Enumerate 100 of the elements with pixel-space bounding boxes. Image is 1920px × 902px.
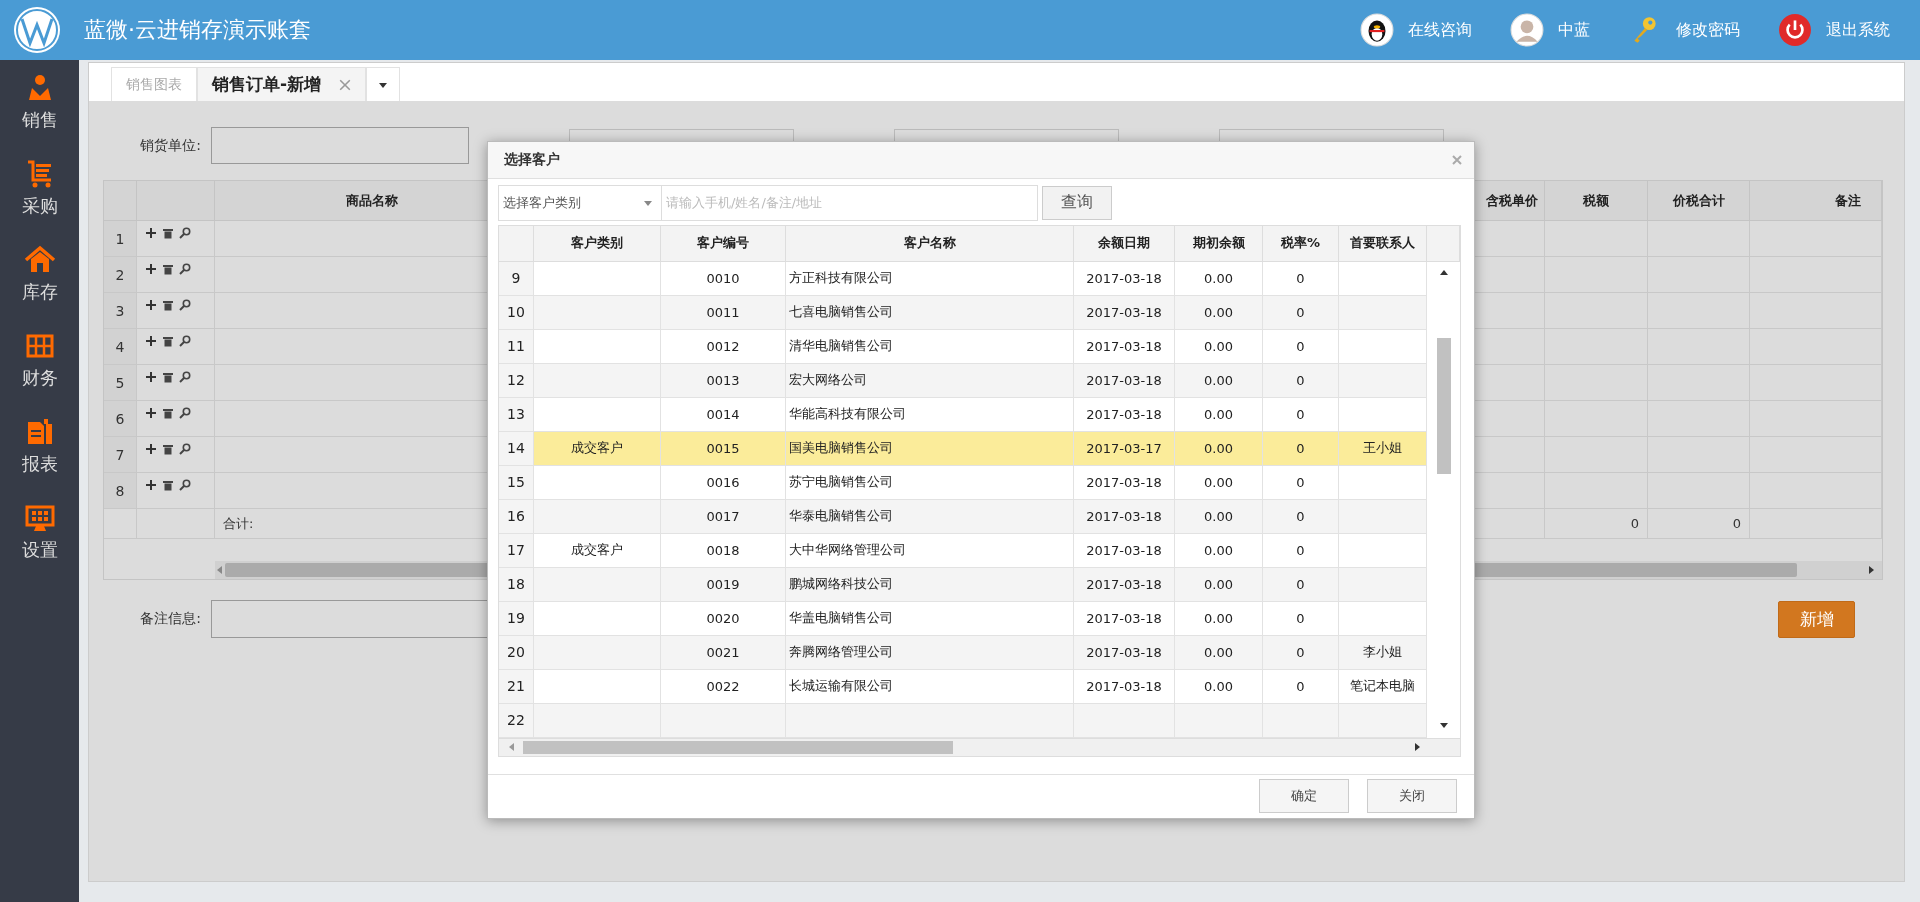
search-icon[interactable] bbox=[179, 299, 191, 311]
search-icon[interactable] bbox=[179, 407, 191, 419]
table-row[interactable]: 10 0011 七喜电脑销售公司 2017-03-18 0.00 0 bbox=[499, 295, 1427, 330]
table-cell: 0.00 bbox=[1175, 329, 1263, 364]
column-header: 余额日期 bbox=[1074, 225, 1175, 262]
row-number: 14 bbox=[499, 431, 534, 466]
app-title: 蓝微·云进销存演示账套 bbox=[84, 16, 311, 44]
table-row[interactable]: 22 bbox=[499, 703, 1427, 738]
table-cell: 2017-03-18 bbox=[1074, 601, 1175, 636]
table-cell: 0.00 bbox=[1175, 431, 1263, 466]
plus-icon[interactable] bbox=[145, 335, 157, 347]
row-number: 8 bbox=[104, 473, 137, 509]
trash-icon[interactable] bbox=[162, 371, 174, 383]
table-row[interactable]: 21 0022 长城运输有限公司 2017-03-18 0.00 0 笔记本电脑 bbox=[499, 669, 1427, 704]
table-cell: 2017-03-18 bbox=[1074, 465, 1175, 500]
category-select[interactable]: 选择客户类别 bbox=[498, 184, 662, 221]
table-cell: 0022 bbox=[661, 669, 786, 704]
dialog-button[interactable]: 确定 bbox=[1259, 779, 1349, 814]
seller-field[interactable] bbox=[211, 127, 469, 164]
plus-icon[interactable] bbox=[145, 371, 157, 383]
sidebar-item[interactable]: 报表 bbox=[21, 416, 58, 476]
sidebar-item[interactable]: 设置 bbox=[21, 502, 58, 562]
plus-icon[interactable] bbox=[145, 227, 157, 239]
table-row[interactable]: 19 0020 华盖电脑销售公司 2017-03-18 0.00 0 bbox=[499, 601, 1427, 636]
table-row[interactable]: 20 0021 奔腾网络管理公司 2017-03-18 0.00 0 李小姐 bbox=[499, 635, 1427, 670]
table-cell: 2017-03-18 bbox=[1074, 533, 1175, 568]
sidebar-item[interactable]: 财务 bbox=[21, 330, 58, 390]
table-cell: 0 bbox=[1263, 465, 1339, 500]
table-cell: 华能高科技有限公司 bbox=[786, 397, 1074, 432]
table-cell: 0.00 bbox=[1175, 397, 1263, 432]
trash-icon[interactable] bbox=[162, 443, 174, 455]
plus-icon[interactable] bbox=[145, 263, 157, 275]
field-label: 备注信息: bbox=[139, 610, 202, 628]
dialog-button[interactable]: 关闭 bbox=[1367, 779, 1457, 814]
table-cell: 鹏城网络科技公司 bbox=[786, 567, 1074, 602]
row-number: 15 bbox=[499, 465, 534, 500]
table-row[interactable]: 16 0017 华泰电脑销售公司 2017-03-18 0.00 0 bbox=[499, 499, 1427, 534]
row-number: 9 bbox=[499, 261, 534, 296]
field-label: 销货单位: bbox=[139, 136, 202, 155]
table-row[interactable]: 15 0016 苏宁电脑销售公司 2017-03-18 0.00 0 bbox=[499, 465, 1427, 500]
query-button[interactable]: 查询 bbox=[1042, 185, 1112, 220]
table-cell: 0013 bbox=[661, 363, 786, 398]
column-header: 税率% bbox=[1263, 225, 1339, 262]
scrollbar-thumb[interactable] bbox=[523, 740, 953, 754]
column-header: 客户类别 bbox=[534, 225, 661, 262]
table-cell: 0021 bbox=[661, 635, 786, 670]
table-cell: 2017-03-18 bbox=[1074, 499, 1175, 534]
table-row[interactable]: 9 0010 方正科技有限公司 2017-03-18 0.00 0 bbox=[499, 261, 1427, 296]
table-row[interactable]: 13 0014 华能高科技有限公司 2017-03-18 0.00 0 bbox=[499, 397, 1427, 432]
row-number: 13 bbox=[499, 397, 534, 432]
plus-icon[interactable] bbox=[145, 299, 157, 311]
table-row[interactable]: 11 0012 清华电脑销售公司 2017-03-18 0.00 0 bbox=[499, 329, 1427, 364]
table-cell: 0014 bbox=[661, 397, 786, 432]
sidebar-item[interactable]: 采购 bbox=[21, 158, 58, 218]
arrow-icon[interactable] bbox=[1866, 565, 1876, 575]
table-cell: 0015 bbox=[661, 431, 786, 466]
table-cell: 0020 bbox=[661, 601, 786, 636]
row-number: 17 bbox=[499, 533, 534, 568]
power-icon bbox=[1778, 13, 1812, 47]
trash-icon[interactable] bbox=[162, 299, 174, 311]
scrollbar-thumb[interactable] bbox=[1436, 337, 1451, 474]
search-icon[interactable] bbox=[179, 263, 191, 275]
trash-icon[interactable] bbox=[162, 407, 174, 419]
trash-icon[interactable] bbox=[162, 335, 174, 347]
table-cell: 0.00 bbox=[1175, 499, 1263, 534]
table-row[interactable]: 17 成交客户 0018 大中华网络管理公司 2017-03-18 0.00 0 bbox=[499, 533, 1427, 568]
row-number: 18 bbox=[499, 567, 534, 602]
trash-icon[interactable] bbox=[162, 227, 174, 239]
plus-icon[interactable] bbox=[145, 407, 157, 419]
table-cell: 0 bbox=[1263, 533, 1339, 568]
arrow-icon[interactable] bbox=[1412, 742, 1422, 753]
trash-icon[interactable] bbox=[162, 479, 174, 491]
row-number: 6 bbox=[104, 401, 137, 437]
table-cell: 华泰电脑销售公司 bbox=[786, 499, 1074, 534]
table-cell: 0018 bbox=[661, 533, 786, 568]
table-cell: 0 bbox=[1263, 601, 1339, 636]
table-cell: 方正科技有限公司 bbox=[786, 261, 1074, 296]
table-row[interactable]: 18 0019 鹏城网络科技公司 2017-03-18 0.00 0 bbox=[499, 567, 1427, 602]
table-cell: 0012 bbox=[661, 329, 786, 364]
table-cell: 0.00 bbox=[1175, 363, 1263, 398]
table-cell: 2017-03-18 bbox=[1074, 567, 1175, 602]
sidebar-item[interactable]: 库存 bbox=[21, 244, 58, 304]
search-icon[interactable] bbox=[179, 335, 191, 347]
table-row[interactable]: 14 成交客户 0015 国美电脑销售公司 2017-03-17 0.00 0 王小姐 bbox=[499, 431, 1427, 466]
table-cell: 0 bbox=[1263, 261, 1339, 296]
search-field[interactable]: 请输入手机/姓名/备注/地址 bbox=[662, 184, 1038, 221]
sidebar-item[interactable]: 销售 bbox=[21, 72, 58, 132]
plus-icon[interactable] bbox=[145, 443, 157, 455]
plus-icon[interactable] bbox=[145, 479, 157, 491]
search-icon[interactable] bbox=[179, 371, 191, 383]
search-icon[interactable] bbox=[179, 443, 191, 455]
table-row[interactable]: 12 0013 宏大网络公司 2017-03-18 0.00 0 bbox=[499, 363, 1427, 398]
table-cell: 2017-03-18 bbox=[1074, 635, 1175, 670]
close-icon[interactable] bbox=[339, 78, 352, 91]
row-number: 11 bbox=[499, 329, 534, 364]
search-icon[interactable] bbox=[179, 227, 191, 239]
column-header: 税额 bbox=[1545, 181, 1648, 221]
trash-icon[interactable] bbox=[162, 263, 174, 275]
tab[interactable]: 销售订单-新增 bbox=[197, 67, 367, 101]
search-icon[interactable] bbox=[179, 479, 191, 491]
